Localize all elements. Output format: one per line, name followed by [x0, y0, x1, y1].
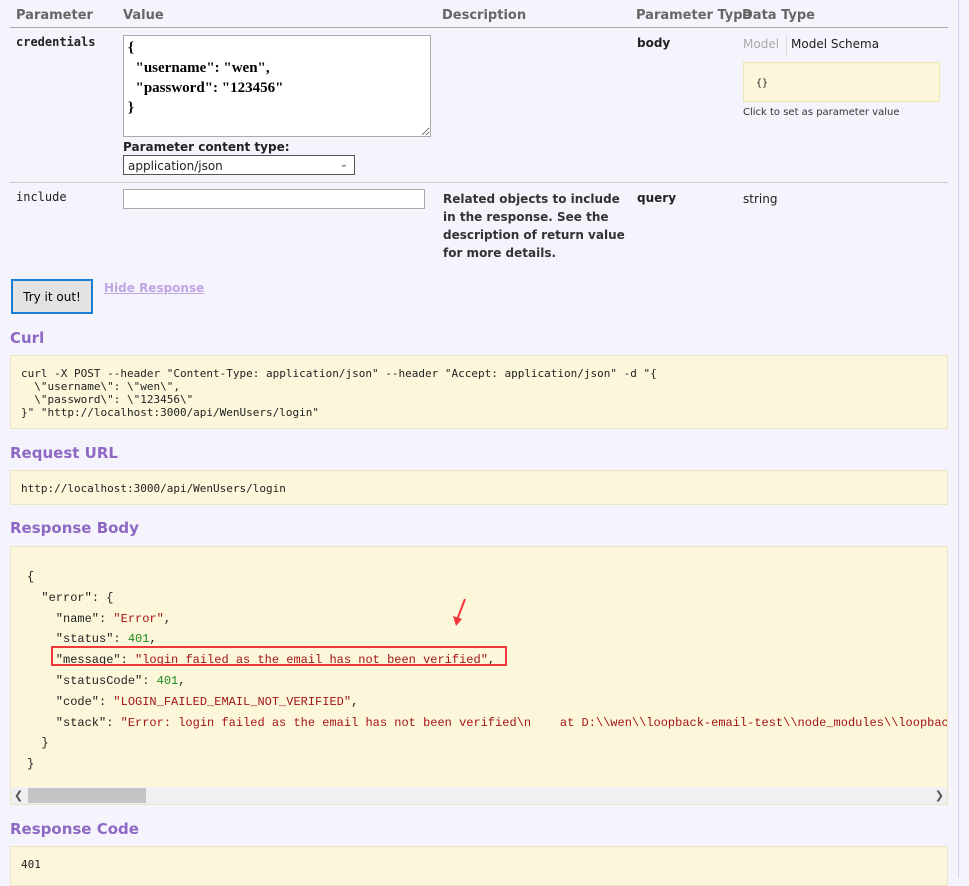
header-parameter: Parameter — [16, 8, 93, 23]
tab-divider — [786, 34, 787, 56]
hide-response-link[interactable]: Hide Response — [104, 281, 204, 295]
model-schema-box[interactable]: {} — [743, 62, 940, 102]
tab-model[interactable]: Model — [743, 37, 779, 51]
page-edge — [958, 0, 959, 878]
param-name-include: include — [16, 190, 67, 204]
error-name: "Error" — [113, 611, 164, 626]
response-body-heading: Response Body — [10, 519, 139, 537]
request-url-heading: Request URL — [10, 444, 118, 462]
schema-hint: Click to set as parameter value — [743, 107, 900, 118]
header-data-type: Data Type — [742, 8, 815, 23]
highlight-box — [51, 646, 507, 666]
param-name-credentials: credentials — [16, 35, 96, 49]
data-type-string: string — [743, 192, 778, 206]
tab-model-schema[interactable]: Model Schema — [791, 37, 879, 51]
scrollbar-thumb[interactable] — [28, 788, 146, 803]
error-code: "LOGIN_FAILED_EMAIL_NOT_VERIFIED" — [113, 694, 352, 709]
curl-heading: Curl — [10, 329, 45, 347]
error-status: 401 — [127, 632, 150, 647]
header-value: Value — [123, 8, 164, 23]
scroll-left-icon[interactable]: ❮ — [14, 787, 23, 804]
curl-box: curl -X POST --header "Content-Type: app… — [10, 355, 948, 429]
content-type-value: application/json — [128, 159, 223, 173]
response-code-box: 401 — [10, 846, 948, 886]
scroll-right-icon[interactable]: ❯ — [935, 787, 944, 804]
content-type-select[interactable]: application/json ⌄ — [123, 155, 355, 175]
content-type-label: Parameter content type: — [123, 140, 290, 154]
header-divider — [10, 27, 948, 28]
include-input[interactable] — [123, 189, 425, 209]
annotation-arrow-icon — [453, 598, 466, 626]
row-divider — [10, 182, 948, 183]
error-status-code: 401 — [156, 673, 179, 688]
try-it-out-button[interactable]: Try it out! — [11, 279, 93, 314]
request-url-box: http://localhost:3000/api/WenUsers/login — [10, 470, 948, 505]
credentials-textarea[interactable] — [123, 35, 431, 137]
header-description: Description — [442, 8, 527, 23]
chevron-down-icon: ⌄ — [339, 159, 348, 170]
response-body-box: { "error": { "name": "Error", "status": … — [10, 546, 948, 805]
error-stack: "Error: login failed as the email has no… — [120, 715, 948, 730]
response-json: { "error": { "name": "Error", "status": … — [27, 567, 948, 775]
horizontal-scrollbar[interactable]: ❮ ❯ — [11, 787, 947, 804]
response-code-heading: Response Code — [10, 820, 139, 838]
include-description: Related objects to include in the respon… — [443, 192, 625, 260]
param-type-body: body — [637, 36, 671, 50]
header-parameter-type: Parameter Type — [636, 8, 752, 23]
param-type-query: query — [637, 191, 677, 205]
